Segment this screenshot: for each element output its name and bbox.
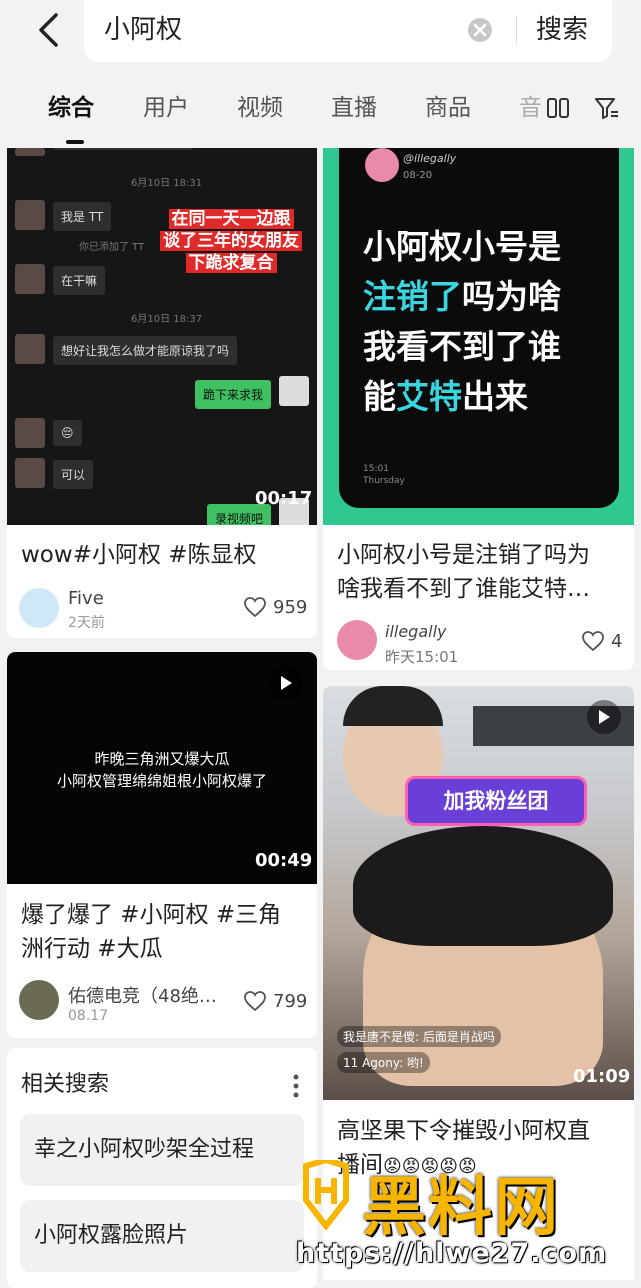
related-search-title: 相关搜索	[21, 1072, 110, 1097]
play-icon	[269, 666, 303, 700]
video-thumbnail: @illegally 08-20 小阿权小号是 注销了吗为啥 我看不到了谁 能艾…	[323, 148, 634, 525]
chevron-left-icon	[39, 13, 58, 47]
author-name[interactable]: 佑德电竞（48绝…	[68, 982, 217, 1008]
back-button[interactable]	[28, 8, 68, 52]
thumb-time: 15:01	[363, 464, 389, 474]
chat-time: 6月10日 18:31	[131, 178, 203, 189]
tab-products[interactable]: 商品	[425, 86, 471, 130]
related-search-card: 相关搜索 幸之小阿权吵架全过程 小阿权露脸照片	[7, 1048, 317, 1288]
chat-message: 😔	[53, 420, 82, 446]
video-thumbnail: 昨晚三角洲又爆大瓜 小阿权管理绵绵姐根小阿权爆了 00:49	[7, 652, 317, 884]
author-name[interactable]: Five	[68, 588, 104, 609]
like-count[interactable]: 4	[581, 630, 622, 652]
post-date: 08.17	[68, 1008, 109, 1024]
video-title[interactable]: 爆了爆了 #小阿权 #三角 洲行动 #大瓜	[21, 898, 311, 966]
chat-message: 想好让我怎么做才能原谅我了吗	[53, 336, 238, 365]
active-tab-indicator	[66, 140, 84, 144]
thumb-text: 昨晚三角洲又爆大瓜 小阿权管理绵绵姐根小阿权爆了	[56, 750, 267, 790]
video-card[interactable]: 加我粉丝团 我是唐不是傻: 后面是肖战吗 11 Agony: 哟! 01:09 …	[323, 686, 634, 1280]
filter-icon[interactable]	[594, 96, 620, 124]
live-comment: 我是唐不是傻: 后面是肖战吗	[337, 1026, 501, 1047]
chat-message: 可以	[53, 460, 94, 489]
avatar[interactable]	[19, 980, 59, 1020]
video-card[interactable]: 6月10日 18:31 我是 TT 你已添加了 TT 在干嘛 6月10日 18:…	[7, 148, 317, 638]
like-count[interactable]: 959	[243, 596, 307, 618]
clear-icon[interactable]	[466, 16, 494, 44]
post-date: 昨天15:01	[385, 648, 459, 666]
search-input[interactable]: 小阿权	[104, 10, 182, 50]
tab-users[interactable]: 用户	[143, 86, 189, 130]
thumb-text: 小阿权小号是 注销了吗为啥 我看不到了谁 能艾特出来	[363, 227, 561, 416]
chat-message: 在干嘛	[53, 266, 106, 295]
video-duration: 01:09	[573, 1066, 631, 1087]
video-duration: 00:17	[255, 488, 313, 509]
thumb-date: 08-20	[403, 170, 433, 181]
tab-videos[interactable]: 视频	[237, 86, 283, 130]
author-name[interactable]: illegally	[385, 622, 447, 641]
thumb-day: Thursday	[363, 476, 405, 486]
chat-message: 跪下来求我	[195, 380, 272, 409]
heart-icon	[582, 631, 604, 652]
post-date: 2天前	[68, 615, 105, 631]
live-comment: 11 Agony: 哟!	[337, 1052, 430, 1073]
video-card[interactable]: 昨晚三角洲又爆大瓜 小阿权管理绵绵姐根小阿权爆了 00:49 爆了爆了 #小阿权…	[7, 652, 317, 1038]
play-icon	[587, 700, 621, 734]
related-search-item[interactable]: 小阿权露脸照片	[20, 1200, 304, 1272]
video-card[interactable]: @illegally 08-20 小阿权小号是 注销了吗为啥 我看不到了谁 能艾…	[323, 148, 634, 670]
avatar[interactable]	[19, 588, 59, 628]
heart-icon	[244, 991, 266, 1012]
tab-all[interactable]: 综合	[48, 86, 94, 130]
tab-live[interactable]: 直播	[331, 86, 377, 130]
video-title[interactable]: 小阿权小号是注销了吗为 啥我看不到了谁能艾特…	[337, 538, 627, 606]
fan-club-badge: 加我粉丝团	[405, 776, 587, 826]
tab-music[interactable]: 音	[519, 86, 541, 130]
video-title[interactable]: wow#小阿权 #陈显权	[21, 538, 311, 572]
video-thumbnail: 加我粉丝团 我是唐不是傻: 后面是肖战吗 11 Agony: 哟! 01:09	[323, 686, 634, 1100]
heart-icon	[244, 597, 266, 618]
related-search-item[interactable]: 幸之小阿权吵架全过程	[20, 1114, 304, 1186]
layout-toggle-icon[interactable]	[546, 96, 570, 124]
avatar	[365, 148, 399, 182]
divider	[516, 16, 517, 44]
video-duration: 00:49	[255, 850, 313, 871]
more-icon[interactable]	[293, 1074, 299, 1102]
tab-bar: 综合 用户 视频 直播 商品 音	[0, 86, 641, 136]
avatar[interactable]	[337, 620, 377, 660]
chat-time: 6月10日 18:37	[131, 314, 203, 325]
caption-overlay: 在同一天一边跟 谈了三年的女朋友 下跪求复合	[145, 208, 317, 274]
chat-message: 我是 TT	[53, 202, 112, 231]
video-title[interactable]: 高坚果下令摧毁小阿权直 播间😡😡😡😡😡	[337, 1114, 627, 1184]
video-thumbnail: 6月10日 18:31 我是 TT 你已添加了 TT 在干嘛 6月10日 18:…	[7, 148, 317, 525]
like-count[interactable]: 799	[243, 990, 307, 1012]
search-button[interactable]: 搜索	[536, 10, 588, 50]
chat-notice: 你已添加了 TT	[79, 242, 145, 253]
handle: @illegally	[403, 152, 457, 165]
